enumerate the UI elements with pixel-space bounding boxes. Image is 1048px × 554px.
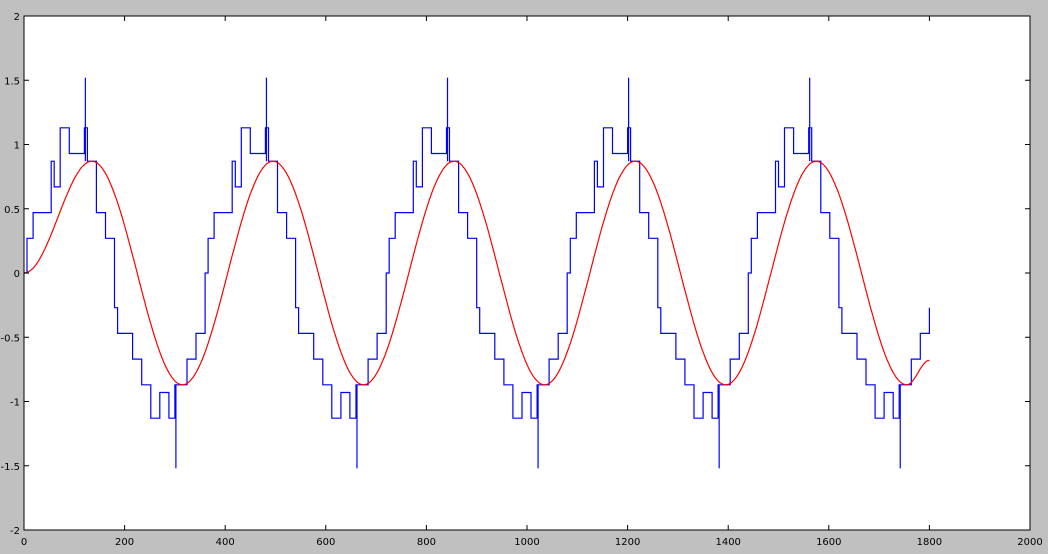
chart-svg: 0 200 400 600 800 1000 1200 1400 1600 1800 2000 -2… bbox=[0, 12, 1042, 548]
x-tick-label: 1600 bbox=[816, 537, 841, 548]
x-tick-label: 2000 bbox=[1017, 537, 1042, 548]
x-tick-label: 1800 bbox=[917, 537, 942, 548]
x-tick-label: 1000 bbox=[514, 537, 539, 548]
y-tick-label: 2 bbox=[14, 12, 20, 23]
x-tick-label: 1200 bbox=[615, 537, 640, 548]
y-tick-label: -2 bbox=[10, 526, 20, 537]
y-tick-label: 0 bbox=[14, 269, 20, 280]
y-tick-label: 1.5 bbox=[4, 76, 20, 87]
y-tick-label: -1.5 bbox=[0, 462, 20, 473]
x-tick-label: 200 bbox=[115, 537, 134, 548]
x-tick-label: 1400 bbox=[715, 537, 740, 548]
y-tick-label: 1 bbox=[14, 141, 20, 152]
x-tick-label: 800 bbox=[417, 537, 436, 548]
y-tick-label: 0.5 bbox=[4, 205, 20, 216]
axes-background bbox=[24, 16, 1030, 530]
x-tick-label: 0 bbox=[21, 537, 27, 548]
y-tick-label: -1 bbox=[10, 398, 20, 409]
y-tick-label: -0.5 bbox=[0, 333, 20, 344]
x-tick-label: 400 bbox=[216, 537, 235, 548]
x-tick-label: 600 bbox=[316, 537, 335, 548]
